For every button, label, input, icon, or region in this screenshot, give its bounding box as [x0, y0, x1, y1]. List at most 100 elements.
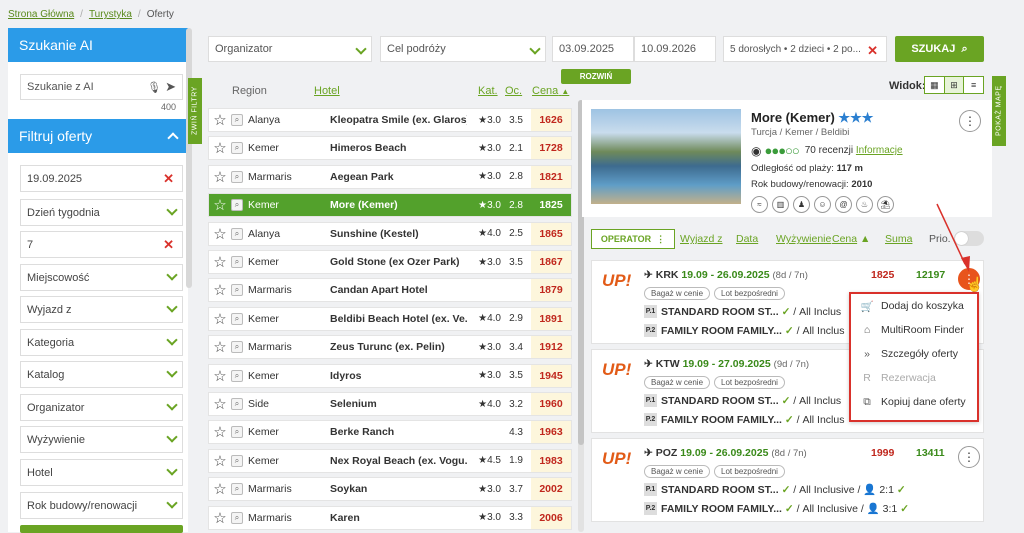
favorite-star-icon[interactable]: ☆	[209, 509, 231, 527]
preview-icon[interactable]: ⌕	[231, 483, 243, 496]
show-map-tab[interactable]: POKAŻ MAPĘ	[992, 76, 1006, 146]
menu-copy-offer[interactable]: ⧉ Kopiuj dane oferty	[851, 390, 977, 414]
hotel-photo[interactable]	[591, 109, 741, 204]
destination-select[interactable]: Cel podróży	[380, 36, 546, 62]
hotel-row[interactable]: ☆ ⌕ Alanya Sunshine (Kestel) ★4.0 2.5 1865	[208, 221, 572, 246]
favorite-star-icon[interactable]: ☆	[209, 395, 231, 413]
breadcrumb-tourism[interactable]: Turystyka	[89, 9, 132, 20]
preview-icon[interactable]: ⌕	[231, 170, 243, 183]
grid-view-icon[interactable]: ⊞	[944, 77, 965, 93]
row-hotel[interactable]: Beldibi Beach Hotel (ex. Ve...	[330, 313, 467, 325]
favorite-star-icon[interactable]: ☆	[209, 423, 231, 441]
col-price[interactable]: Cena ▲	[532, 85, 569, 97]
hotel-row[interactable]: ☆ ⌕ Marmaris Karen ★3.0 3.3 2006	[208, 505, 572, 530]
info-link[interactable]: Informacje	[856, 145, 903, 156]
row-hotel[interactable]: Candan Apart Hotel	[330, 284, 467, 296]
preview-icon[interactable]: ⌕	[231, 227, 243, 240]
people-input[interactable]: 5 dorosłych • 2 dzieci • 2 po... ✕	[723, 36, 887, 62]
hotel-row[interactable]: ☆ ⌕ Kemer Berke Ranch 4.3 1963	[208, 420, 572, 445]
organizer-filter[interactable]: Organizator	[20, 394, 183, 421]
row-hotel[interactable]: Idyros	[330, 370, 467, 382]
favorite-star-icon[interactable]: ☆	[209, 253, 231, 271]
row-hotel[interactable]: Nex Royal Beach (ex. Vogu...	[330, 455, 467, 467]
hotel-row[interactable]: ☆ ⌕ Kemer Himeros Beach ★3.0 2.1 1728	[208, 136, 572, 161]
city-filter[interactable]: Miejscowość	[20, 264, 183, 291]
col-board[interactable]: Wyżywienie	[776, 233, 831, 245]
hotel-row[interactable]: ☆ ⌕ Kemer Nex Royal Beach (ex. Vogu... ★4.5 1…	[208, 448, 572, 473]
operator-button[interactable]: OPERATOR ⋮	[591, 229, 675, 249]
row-hotel[interactable]: Aegean Park	[330, 171, 467, 183]
row-hotel[interactable]: Soykan	[330, 483, 467, 495]
preview-icon[interactable]: ⌕	[231, 454, 243, 467]
filter-header[interactable]: Filtruj oferty	[8, 119, 188, 153]
row-hotel[interactable]: Himeros Beach	[330, 142, 467, 154]
row-hotel[interactable]: Zeus Turunc (ex. Pelin)	[330, 341, 467, 353]
breadcrumb-home[interactable]: Strona Główna	[8, 9, 74, 20]
rows-view-icon[interactable]: ≡	[964, 77, 983, 93]
category-filter[interactable]: Kategoria	[20, 329, 183, 356]
mic-icon[interactable]: 🎙	[147, 81, 161, 94]
col-occ[interactable]: Oc.	[505, 85, 522, 97]
col-region[interactable]: Region	[232, 85, 267, 97]
menu-multiroom-finder[interactable]: ⌂ MultiRoom Finder	[851, 318, 977, 342]
hotel-filter[interactable]: Hotel	[20, 459, 183, 486]
preview-icon[interactable]: ⌕	[231, 199, 243, 212]
search-button[interactable]: SZUKAJ ⌕	[895, 36, 984, 62]
departure-filter[interactable]: Wyjazd z	[20, 296, 183, 323]
row-hotel[interactable]: Sunshine (Kestel)	[330, 228, 467, 240]
favorite-star-icon[interactable]: ☆	[209, 310, 231, 328]
preview-icon[interactable]: ⌕	[231, 341, 243, 354]
row-hotel[interactable]: Gold Stone (ex Ozer Park)	[330, 256, 467, 268]
preview-icon[interactable]: ⌕	[231, 426, 243, 439]
send-icon[interactable]: ➤	[165, 79, 176, 95]
favorite-star-icon[interactable]: ☆	[209, 338, 231, 356]
hotel-row[interactable]: ☆ ⌕ Side Selenium ★4.0 3.2 1960	[208, 392, 572, 416]
hotel-row[interactable]: ☆ ⌕ Marmaris Candan Apart Hotel 1879	[208, 278, 572, 303]
organizer-select[interactable]: Organizator	[208, 36, 372, 62]
date-to-input[interactable]: 10.09.2026	[634, 36, 716, 62]
col-cat[interactable]: Kat.	[478, 85, 498, 97]
row-hotel[interactable]: Karen	[330, 512, 467, 524]
preview-icon[interactable]: ⌕	[231, 114, 243, 126]
favorite-star-icon[interactable]: ☆	[209, 225, 231, 243]
col-offer-price[interactable]: Cena ▲	[832, 233, 870, 245]
favorite-star-icon[interactable]: ☆	[209, 196, 231, 214]
collapse-filters-tab[interactable]: ZWIŃ FILTRY	[188, 78, 202, 144]
sidebar-scrollbar[interactable]	[186, 28, 192, 288]
hotel-row[interactable]: ☆ ⌕ Kemer Idyros ★3.0 3.5 1945	[208, 363, 572, 388]
hotel-row[interactable]: ☆ ⌕ Marmaris Zeus Turunc (ex. Pelin) ★3.0 3.4…	[208, 335, 572, 360]
hotel-row[interactable]: ☆ ⌕ Alanya Kleopatra Smile (ex. Glaros) ★3.0…	[208, 108, 572, 132]
favorite-star-icon[interactable]: ☆	[209, 139, 231, 157]
preview-icon[interactable]: ⌕	[231, 369, 243, 382]
clear-icon[interactable]: ✕	[867, 43, 878, 59]
hotel-row[interactable]: ☆ ⌕ Kemer Beldibi Beach Hotel (ex. Ve... ★4.…	[208, 306, 572, 331]
offer-card[interactable]: UP! ✈ POZ 19.09 - 26.09.2025 (8d / 7n) 1…	[591, 438, 984, 522]
favorite-star-icon[interactable]: ☆	[209, 111, 231, 129]
hotel-row[interactable]: ☆ ⌕ Kemer More (Kemer) ★3.0 2.8 1825	[208, 193, 572, 218]
hotel-row[interactable]: ☆ ⌕ Marmaris Soykan ★3.0 3.7 2002	[208, 477, 572, 502]
preview-icon[interactable]: ⌕	[231, 312, 243, 325]
preview-icon[interactable]: ⌕	[231, 511, 243, 524]
hotel-menu-button[interactable]: ⋮	[959, 110, 981, 132]
hotel-row[interactable]: ☆ ⌕ Marmaris Aegean Park ★3.0 2.8 1821	[208, 164, 572, 189]
catalog-filter[interactable]: Katalog	[20, 361, 183, 388]
hotel-row[interactable]: ☆ ⌕ Kemer Gold Stone (ex Ozer Park) ★3.0 3.5 1…	[208, 250, 572, 274]
clear-icon[interactable]: ✕	[163, 237, 174, 253]
row-hotel[interactable]: Berke Ranch	[330, 426, 467, 438]
col-departure[interactable]: Wyjazd z	[680, 233, 723, 245]
clear-icon[interactable]: ✕	[163, 171, 174, 187]
row-hotel[interactable]: Selenium	[330, 398, 467, 410]
col-hotel[interactable]: Hotel	[314, 85, 340, 97]
offer-menu-button[interactable]: ⋮	[958, 446, 980, 468]
days-filter[interactable]: 7 ✕	[20, 231, 183, 258]
favorite-star-icon[interactable]: ☆	[209, 367, 231, 385]
date-from-input[interactable]: 03.09.2025	[552, 36, 634, 62]
list-view-icon[interactable]: ▦	[925, 77, 945, 93]
ai-search-input[interactable]: Szukanie z AI 🎙 ➤	[20, 74, 183, 100]
col-date[interactable]: Data	[736, 233, 758, 245]
menu-offer-details[interactable]: » Szczegóły oferty	[851, 342, 977, 366]
favorite-star-icon[interactable]: ☆	[209, 480, 231, 498]
favorite-star-icon[interactable]: ☆	[209, 452, 231, 470]
preview-icon[interactable]: ⌕	[231, 398, 243, 410]
expand-button[interactable]: ROZWIŃ	[561, 69, 631, 84]
